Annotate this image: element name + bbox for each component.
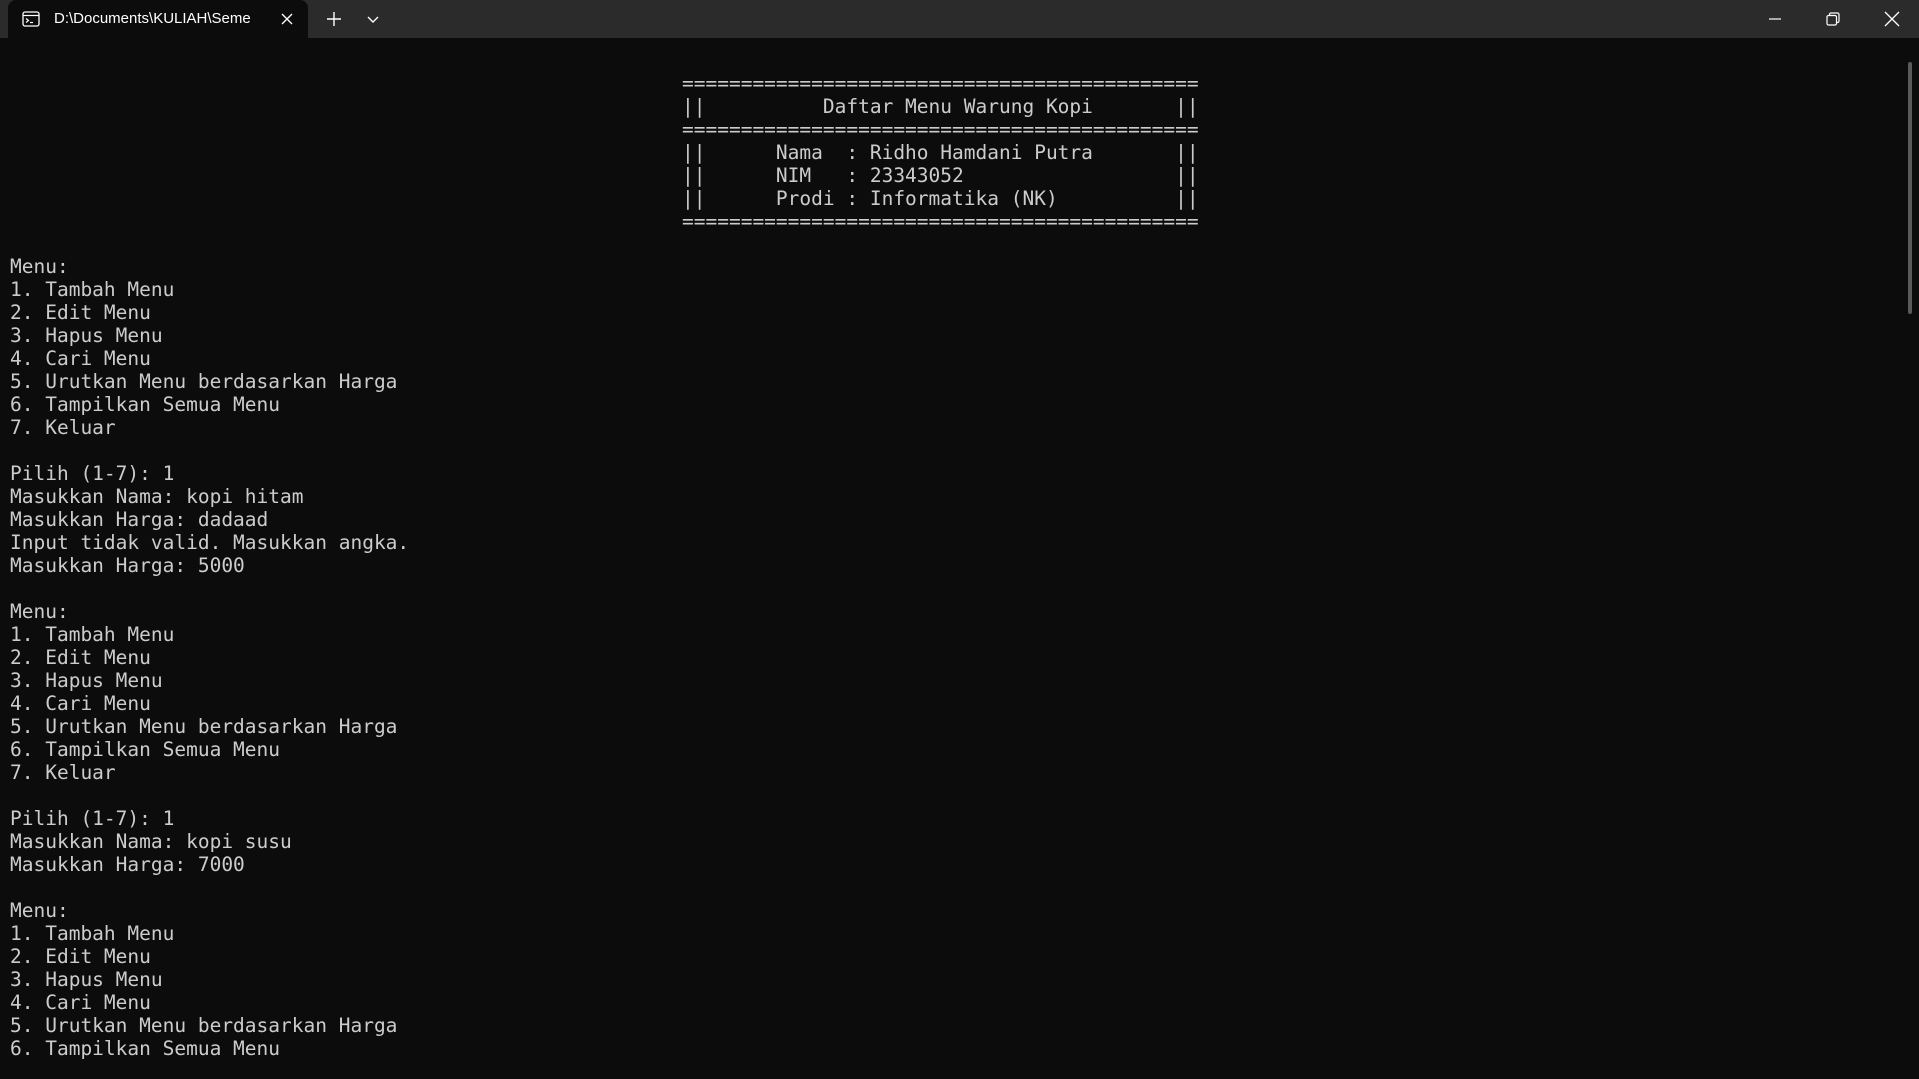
banner-name-line: || Nama : Ridho Hamdani Putra ||	[682, 141, 1199, 164]
close-icon[interactable]	[1884, 11, 1900, 27]
console-line: Masukkan Harga: dadaad	[10, 508, 269, 531]
console-line: Pilih (1-7): 1	[10, 807, 175, 830]
console-line: 3. Hapus Menu	[10, 324, 163, 347]
console-output-area[interactable]: ========================================…	[0, 38, 1900, 1079]
console-line: Menu:	[10, 600, 69, 623]
banner-prodi-line: || Prodi : Informatika (NK) ||	[682, 187, 1199, 210]
vertical-scrollbar[interactable]	[1900, 38, 1919, 1079]
terminal-icon	[22, 11, 40, 27]
tab-title: D:\Documents\KULIAH\Seme	[54, 10, 251, 27]
terminal-tab[interactable]: D:\Documents\KULIAH\Seme	[8, 0, 308, 38]
console-line: 1. Tambah Menu	[10, 278, 175, 301]
console-line: 1. Tambah Menu	[10, 623, 175, 646]
console-line: 6. Tampilkan Semua Menu	[10, 1037, 281, 1060]
title-bar: D:\Documents\KULIAH\Seme	[0, 0, 1919, 38]
console-line: 2. Edit Menu	[10, 646, 151, 669]
console-line: Input tidak valid. Masukkan angka.	[10, 531, 410, 554]
restore-icon[interactable]	[1826, 12, 1840, 26]
console-line: 4. Cari Menu	[10, 347, 151, 370]
banner-line: ========================================…	[682, 72, 1199, 95]
chevron-down-icon[interactable]	[366, 12, 380, 26]
console-line: Masukkan Harga: 7000	[10, 853, 245, 876]
console-line: Menu:	[10, 255, 69, 278]
plus-icon[interactable]	[326, 11, 342, 27]
console-line: 5. Urutkan Menu berdasarkan Harga	[10, 1014, 398, 1037]
console-line: 6. Tampilkan Semua Menu	[10, 738, 281, 761]
console-line: 6. Tampilkan Semua Menu	[10, 393, 281, 416]
scrollbar-thumb[interactable]	[1908, 62, 1912, 314]
console-line: 5. Urutkan Menu berdasarkan Harga	[10, 715, 398, 738]
minimize-icon[interactable]	[1768, 12, 1782, 26]
console-line: 2. Edit Menu	[10, 945, 151, 968]
banner-line: ========================================…	[682, 210, 1199, 233]
console-line: 3. Hapus Menu	[10, 669, 163, 692]
console-line: 2. Edit Menu	[10, 301, 151, 324]
console-line: Menu:	[10, 899, 69, 922]
console-line: Masukkan Nama: kopi hitam	[10, 485, 304, 508]
banner-title-line: || Daftar Menu Warung Kopi ||	[682, 95, 1199, 118]
banner-line: ========================================…	[682, 118, 1199, 141]
console-line: 4. Cari Menu	[10, 991, 151, 1014]
console-line: 7. Keluar	[10, 761, 116, 784]
console-line: 7. Keluar	[10, 416, 116, 439]
program-banner: ========================================…	[682, 72, 1199, 233]
console-line: Masukkan Harga: 5000	[10, 554, 245, 577]
console-line: 5. Urutkan Menu berdasarkan Harga	[10, 370, 398, 393]
console-line: 1. Tambah Menu	[10, 922, 175, 945]
console-line: 4. Cari Menu	[10, 692, 151, 715]
console-line: Masukkan Nama: kopi susu	[10, 830, 292, 853]
close-tab-icon[interactable]	[280, 12, 294, 26]
banner-nim-line: || NIM : 23343052 ||	[682, 164, 1199, 187]
console-output: Menu: 1. Tambah Menu 2. Edit Menu 3. Hapus …	[10, 255, 409, 1060]
console-line: Pilih (1-7): 1	[10, 462, 175, 485]
console-line: 3. Hapus Menu	[10, 968, 163, 991]
